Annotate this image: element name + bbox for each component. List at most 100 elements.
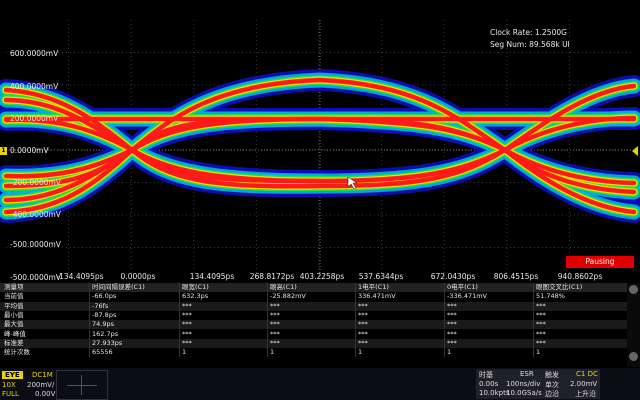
y-tick-label: -400.0000mV <box>10 210 61 219</box>
close-panel-icon[interactable] <box>629 285 638 294</box>
measurement-cell: -25.882mV <box>270 292 306 301</box>
measurement-header-cell: 时间间隔误差(C1) <box>92 283 145 291</box>
measurement-cell: 1 <box>270 348 275 357</box>
clock-rate-text: Clock Rate: 1.2500G <box>490 28 567 37</box>
sample-rate: 10.0GSa/s <box>506 389 542 397</box>
measurement-cell: 74.9ps <box>92 320 114 329</box>
info-panel: Clock Rate: 1.2500G Seg Num: 89.568k UI <box>490 27 570 51</box>
measurement-header-cell: 测量项 <box>4 283 24 291</box>
measurement-cell: *** <box>447 310 457 319</box>
x-tick-label: 268.8172ps <box>249 272 295 281</box>
x-tick-label: -134.4095ps <box>56 272 104 281</box>
trigger-type: 边沿 <box>545 390 559 398</box>
measurement-cell: *** <box>182 320 192 329</box>
trigger-source: C1 DC <box>576 370 598 378</box>
trigger-level-arrow-icon[interactable] <box>632 146 638 156</box>
measurement-cell: 最大值 <box>4 320 24 329</box>
y-tick-label: -200.0000mV <box>10 178 61 187</box>
measurement-header-cell: 眼高(C1) <box>270 283 297 291</box>
measurement-table: 测量项 时间间隔误差(C1) 眼宽(C1) 眼高(C1) 1电平(C1) 0电平(C1) 眼… <box>0 283 627 367</box>
measurement-header-cell: 1电平(C1) <box>358 283 389 291</box>
measurement-row: 最大值 74.9ps *** *** *** *** *** <box>0 320 627 330</box>
settings-panel-icon[interactable] <box>629 352 638 361</box>
volts-per-div: 200mV/ <box>27 381 55 389</box>
measurement-cell: 632.3ps <box>182 292 209 301</box>
timebase-panel[interactable]: 时基 ESR 0.00s 100ns/div 10.0kpts 10.0GSa/… <box>476 369 542 399</box>
measurement-cell: *** <box>447 320 457 329</box>
measurement-cell: *** <box>447 338 457 347</box>
y-tick-label: 200.0000mV <box>10 114 59 123</box>
measurement-cell: 当前值 <box>4 292 24 301</box>
x-tick-label: 537.6344ps <box>358 272 404 281</box>
measurement-cell: 65556 <box>92 348 113 357</box>
measurement-cell: *** <box>536 320 546 329</box>
vertical-offset: 0.00V <box>35 390 56 398</box>
measurement-row: 当前值 -66.0ps 632.3ps -25.882mV 336.471mV -336.… <box>0 292 627 302</box>
measurement-cell: *** <box>358 320 368 329</box>
x-tick-label: 806.4515ps <box>493 272 539 281</box>
measurement-row: 峰-峰值 162.7ps *** *** *** *** *** <box>0 329 627 339</box>
trigger-title: 触发 <box>545 371 559 379</box>
measurement-cell: *** <box>270 301 280 310</box>
measurement-cell: *** <box>182 329 192 338</box>
channel-1-settings[interactable]: EYE DC1M 10X 200mV/ FULL 0.00V <box>2 370 56 398</box>
measurement-cell: 最小值 <box>4 310 24 319</box>
seg-num-text: Seg Num: 89.568k UI <box>490 40 570 49</box>
measurement-cell: 峰-峰值 <box>4 329 26 338</box>
pausing-status-button[interactable]: Pausing <box>566 256 634 268</box>
measurement-cell: *** <box>270 329 280 338</box>
measurement-cell: *** <box>358 310 368 319</box>
measurement-cell: *** <box>358 329 368 338</box>
measurement-cell: -76fs <box>92 301 109 310</box>
trigger-panel[interactable]: 触发 C1 DC 单次 2.00mV 边沿 上升沿 <box>542 369 600 399</box>
bottom-status-bar: EYE DC1M 10X 200mV/ FULL 0.00V 时基 ESR 0.… <box>0 368 640 400</box>
measurement-row: 最小值 -87.8ps *** *** *** *** *** <box>0 310 627 321</box>
measurement-cell: *** <box>447 329 457 338</box>
measurement-cell: *** <box>358 301 368 310</box>
measurement-header-cell: 眼宽(C1) <box>182 283 209 291</box>
measurement-cell: 统计次数 <box>4 348 30 357</box>
measurement-cell: 162.7ps <box>92 329 119 338</box>
x-tick-label: 134.4095ps <box>189 272 235 281</box>
measurement-cell: *** <box>182 310 192 319</box>
measurement-cell: 标准差 <box>4 338 24 347</box>
measurement-cell: *** <box>536 310 546 319</box>
measurement-cell: -87.8ps <box>92 310 117 319</box>
measurement-cell: *** <box>536 301 546 310</box>
trigger-slope: 上升沿 <box>575 390 596 398</box>
measurement-cell: -336.471mV <box>447 292 488 301</box>
measurement-cell: *** <box>270 320 280 329</box>
measurement-cell: *** <box>536 338 546 347</box>
measurement-cell: *** <box>182 338 192 347</box>
horizontal-delay: 0.00s <box>479 380 499 388</box>
measurement-cell: 51.748% <box>536 292 565 301</box>
time-per-div: 100ns/div <box>506 380 541 388</box>
measurement-cell: *** <box>536 329 546 338</box>
x-tick-label: 672.0430ps <box>430 272 476 281</box>
mini-grid-icon <box>56 370 108 400</box>
measurement-row: 统计次数 65556 1 1 1 1 1 <box>0 348 627 358</box>
measurement-header-row: 测量项 时间间隔误差(C1) 眼宽(C1) 眼高(C1) 1电平(C1) 0电平(C1) 眼… <box>0 283 627 293</box>
measurement-cell: *** <box>182 301 192 310</box>
measurement-row: 平均值 -76fs *** *** *** *** *** <box>0 301 627 311</box>
measurement-cell: 平均值 <box>4 301 24 310</box>
channel-1-marker[interactable]: 1 <box>0 147 7 155</box>
y-tick-label: -500.0000mV <box>10 273 61 282</box>
measurement-header-cell: 0电平(C1) <box>447 283 478 291</box>
measurement-cell: *** <box>358 338 368 347</box>
waveform-display[interactable]: 600.0000mV 400.0000mV 200.0000mV 0.0000mV -2… <box>0 0 640 282</box>
eye-tag: EYE <box>2 371 23 379</box>
memory-depth: 10.0kpts <box>479 389 510 397</box>
measurement-cell: 336.471mV <box>358 292 396 301</box>
measurement-cell: *** <box>270 310 280 319</box>
timebase-title: 时基 <box>479 371 493 379</box>
coupling-impedance: DC1M <box>32 371 53 379</box>
y-tick-label: 0.0000mV <box>10 146 49 155</box>
x-tick-label: 0.0000ps <box>120 272 156 281</box>
measurement-header-cell: 眼图交叉比(C1) <box>536 283 583 291</box>
measurement-cell: *** <box>447 301 457 310</box>
trigger-level: 2.00mV <box>570 380 598 388</box>
probe-ratio: 10X <box>2 381 16 389</box>
measurement-cell: 1 <box>358 348 363 357</box>
y-tick-label: 600.0000mV <box>10 49 59 58</box>
